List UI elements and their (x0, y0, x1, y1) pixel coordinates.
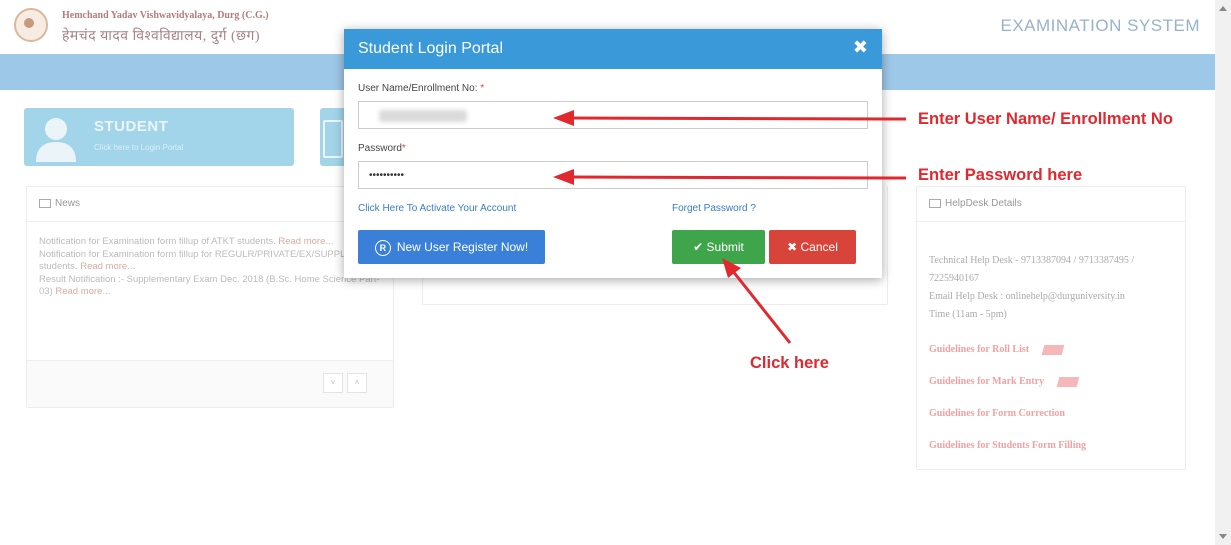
annotation-username: Enter User Name/ Enrollment No (918, 110, 1173, 128)
scroll-up-icon[interactable] (1219, 6, 1227, 11)
annotation-click: Click here (750, 354, 829, 372)
page: Hemchand Yadav Vishwavidyalaya, Durg (C.… (0, 0, 1215, 545)
annotation-arrows (553, 110, 907, 344)
annotation-password: Enter Password here (918, 166, 1083, 184)
scrollbar[interactable] (1215, 0, 1231, 545)
scroll-down-icon[interactable] (1219, 534, 1227, 539)
